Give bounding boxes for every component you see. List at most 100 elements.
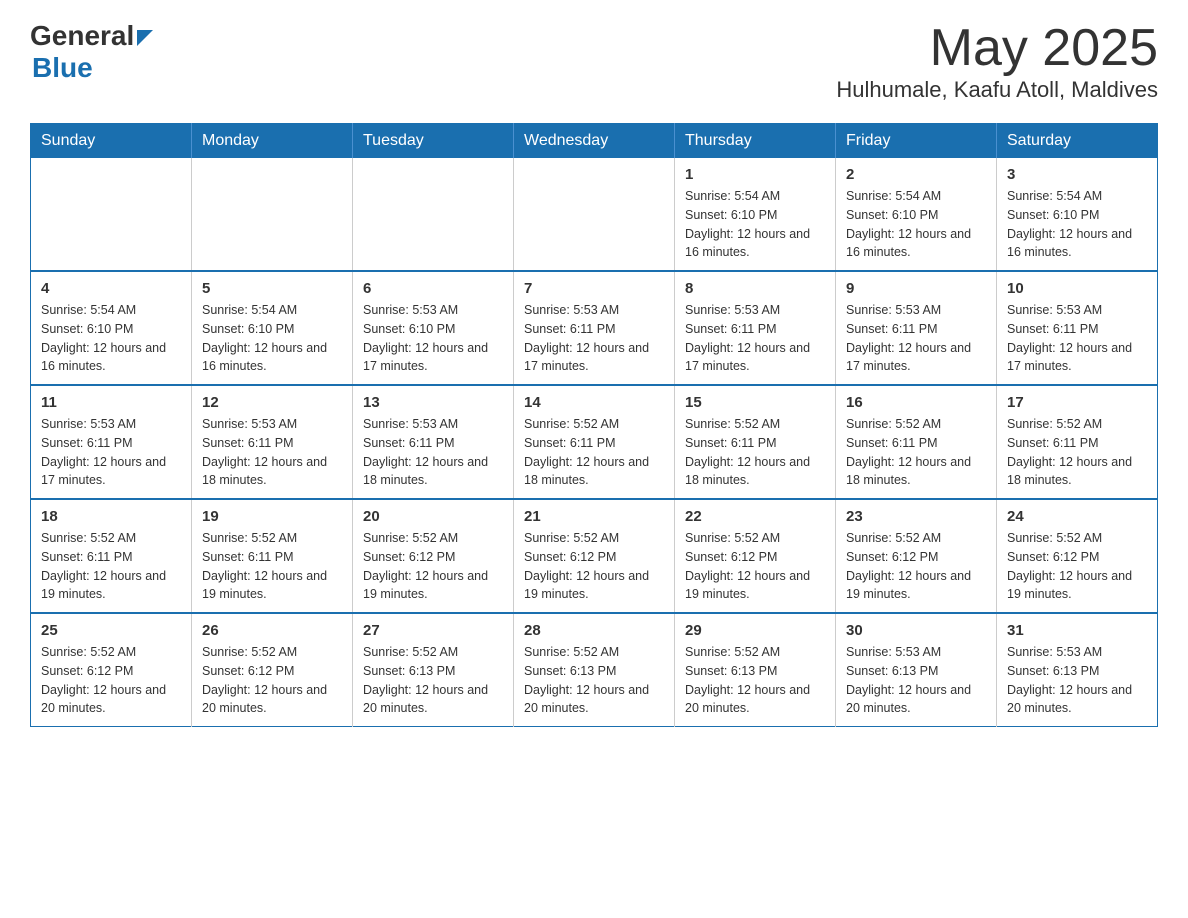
day-number: 2 — [846, 166, 986, 183]
day-info: Sunrise: 5:52 AM Sunset: 6:12 PM Dayligh… — [363, 529, 503, 604]
day-number: 15 — [685, 394, 825, 411]
day-info: Sunrise: 5:52 AM Sunset: 6:12 PM Dayligh… — [685, 529, 825, 604]
day-number: 7 — [524, 280, 664, 297]
day-number: 25 — [41, 622, 181, 639]
calendar-cell: 21 Sunrise: 5:52 AM Sunset: 6:12 PM Dayli… — [514, 499, 675, 613]
day-info: Sunrise: 5:52 AM Sunset: 6:11 PM Dayligh… — [685, 415, 825, 490]
day-info: Sunrise: 5:52 AM Sunset: 6:12 PM Dayligh… — [1007, 529, 1147, 604]
weekday-header-thursday: Thursday — [675, 124, 836, 159]
logo: General Blue — [30, 20, 153, 84]
weekday-header-friday: Friday — [836, 124, 997, 159]
day-info: Sunrise: 5:53 AM Sunset: 6:11 PM Dayligh… — [363, 415, 503, 490]
day-info: Sunrise: 5:52 AM Sunset: 6:11 PM Dayligh… — [524, 415, 664, 490]
calendar-cell: 25 Sunrise: 5:52 AM Sunset: 6:12 PM Dayli… — [31, 613, 192, 727]
day-number: 28 — [524, 622, 664, 639]
calendar-cell: 30 Sunrise: 5:53 AM Sunset: 6:13 PM Dayli… — [836, 613, 997, 727]
weekday-header-monday: Monday — [192, 124, 353, 159]
day-info: Sunrise: 5:53 AM Sunset: 6:11 PM Dayligh… — [685, 301, 825, 376]
calendar-cell: 1 Sunrise: 5:54 AM Sunset: 6:10 PM Daylig… — [675, 158, 836, 271]
day-info: Sunrise: 5:52 AM Sunset: 6:12 PM Dayligh… — [846, 529, 986, 604]
calendar-cell: 26Sunrise: 5:52 AM Sunset: 6:12 PM Dayli… — [192, 613, 353, 727]
day-info: Sunrise: 5:53 AM Sunset: 6:11 PM Dayligh… — [1007, 301, 1147, 376]
day-info: Sunrise: 5:52 AM Sunset: 6:13 PM Dayligh… — [363, 643, 503, 718]
day-info: Sunrise: 5:52 AM Sunset: 6:12 PM Dayligh… — [41, 643, 181, 718]
calendar-cell: 10Sunrise: 5:53 AM Sunset: 6:11 PM Dayli… — [997, 271, 1158, 385]
day-number: 19 — [202, 508, 342, 525]
calendar-cell: 22 Sunrise: 5:52 AM Sunset: 6:12 PM Dayli… — [675, 499, 836, 613]
day-number: 13 — [363, 394, 503, 411]
day-number: 22 — [685, 508, 825, 525]
day-number: 20 — [363, 508, 503, 525]
calendar-table: SundayMondayTuesdayWednesdayThursdayFrid… — [30, 123, 1158, 727]
day-number: 26 — [202, 622, 342, 639]
weekday-header-tuesday: Tuesday — [353, 124, 514, 159]
day-number: 11 — [41, 394, 181, 411]
calendar-week-row: 11 Sunrise: 5:53 AM Sunset: 6:11 PM Dayli… — [31, 385, 1158, 499]
calendar-week-row: 1 Sunrise: 5:54 AM Sunset: 6:10 PM Daylig… — [31, 158, 1158, 271]
calendar-cell: 13 Sunrise: 5:53 AM Sunset: 6:11 PM Dayli… — [353, 385, 514, 499]
day-number: 18 — [41, 508, 181, 525]
day-number: 14 — [524, 394, 664, 411]
day-info: Sunrise: 5:52 AM Sunset: 6:11 PM Dayligh… — [846, 415, 986, 490]
day-number: 17 — [1007, 394, 1147, 411]
day-info: Sunrise: 5:53 AM Sunset: 6:11 PM Dayligh… — [846, 301, 986, 376]
calendar-cell: 18Sunrise: 5:52 AM Sunset: 6:11 PM Dayli… — [31, 499, 192, 613]
day-number: 6 — [363, 280, 503, 297]
day-info: Sunrise: 5:52 AM Sunset: 6:12 PM Dayligh… — [524, 529, 664, 604]
calendar-header-row: SundayMondayTuesdayWednesdayThursdayFrid… — [31, 124, 1158, 159]
day-info: Sunrise: 5:52 AM Sunset: 6:11 PM Dayligh… — [202, 529, 342, 604]
title-section: May 2025 Hulhumale, Kaafu Atoll, Maldive… — [836, 20, 1158, 103]
calendar-cell: 2 Sunrise: 5:54 AM Sunset: 6:10 PM Daylig… — [836, 158, 997, 271]
location-title: Hulhumale, Kaafu Atoll, Maldives — [836, 77, 1158, 103]
day-number: 30 — [846, 622, 986, 639]
calendar-cell: 23Sunrise: 5:52 AM Sunset: 6:12 PM Dayli… — [836, 499, 997, 613]
calendar-cell: 7 Sunrise: 5:53 AM Sunset: 6:11 PM Daylig… — [514, 271, 675, 385]
day-info: Sunrise: 5:53 AM Sunset: 6:13 PM Dayligh… — [846, 643, 986, 718]
day-info: Sunrise: 5:54 AM Sunset: 6:10 PM Dayligh… — [1007, 187, 1147, 262]
day-number: 24 — [1007, 508, 1147, 525]
calendar-cell: 6 Sunrise: 5:53 AM Sunset: 6:10 PM Daylig… — [353, 271, 514, 385]
calendar-week-row: 18 Sunrise: 5:52 AM Sunset: 6:11 PM Dayli… — [31, 499, 1158, 613]
day-info: Sunrise: 5:52 AM Sunset: 6:13 PM Dayligh… — [524, 643, 664, 718]
day-number: 4 — [41, 280, 181, 297]
calendar-cell: 27 Sunrise: 5:52 AM Sunset: 6:13 PM Dayli… — [353, 613, 514, 727]
calendar-cell: 5Sunrise: 5:54 AM Sunset: 6:10 PM Daylig… — [192, 271, 353, 385]
calendar-cell: 15 Sunrise: 5:52 AM Sunset: 6:11 PM Dayli… — [675, 385, 836, 499]
day-number: 29 — [685, 622, 825, 639]
day-info: Sunrise: 5:52 AM Sunset: 6:11 PM Dayligh… — [1007, 415, 1147, 490]
day-number: 27 — [363, 622, 503, 639]
calendar-cell: 16 Sunrise: 5:52 AM Sunset: 6:11 PM Dayli… — [836, 385, 997, 499]
day-number: 31 — [1007, 622, 1147, 639]
calendar-cell: 14 Sunrise: 5:52 AM Sunset: 6:11 PM Dayli… — [514, 385, 675, 499]
calendar-cell: 8 Sunrise: 5:53 AM Sunset: 6:11 PM Daylig… — [675, 271, 836, 385]
weekday-header-saturday: Saturday — [997, 124, 1158, 159]
day-info: Sunrise: 5:53 AM Sunset: 6:10 PM Dayligh… — [363, 301, 503, 376]
day-info: Sunrise: 5:53 AM Sunset: 6:11 PM Dayligh… — [202, 415, 342, 490]
weekday-header-wednesday: Wednesday — [514, 124, 675, 159]
calendar-cell: 24 Sunrise: 5:52 AM Sunset: 6:12 PM Dayli… — [997, 499, 1158, 613]
day-info: Sunrise: 5:53 AM Sunset: 6:11 PM Dayligh… — [41, 415, 181, 490]
month-title: May 2025 — [836, 20, 1158, 77]
day-number: 21 — [524, 508, 664, 525]
day-info: Sunrise: 5:54 AM Sunset: 6:10 PM Dayligh… — [41, 301, 181, 376]
calendar-cell: 19 Sunrise: 5:52 AM Sunset: 6:11 PM Dayli… — [192, 499, 353, 613]
day-info: Sunrise: 5:53 AM Sunset: 6:11 PM Dayligh… — [524, 301, 664, 376]
calendar-cell — [192, 158, 353, 271]
day-number: 5 — [202, 280, 342, 297]
day-info: Sunrise: 5:54 AM Sunset: 6:10 PM Dayligh… — [846, 187, 986, 262]
day-info: Sunrise: 5:54 AM Sunset: 6:10 PM Dayligh… — [685, 187, 825, 262]
calendar-cell — [31, 158, 192, 271]
day-info: Sunrise: 5:52 AM Sunset: 6:13 PM Dayligh… — [685, 643, 825, 718]
day-number: 3 — [1007, 166, 1147, 183]
logo-general-text: General — [30, 20, 134, 52]
calendar-cell: 12Sunrise: 5:53 AM Sunset: 6:11 PM Dayli… — [192, 385, 353, 499]
day-number: 9 — [846, 280, 986, 297]
day-number: 8 — [685, 280, 825, 297]
calendar-cell: 11 Sunrise: 5:53 AM Sunset: 6:11 PM Dayli… — [31, 385, 192, 499]
weekday-header-sunday: Sunday — [31, 124, 192, 159]
day-number: 16 — [846, 394, 986, 411]
calendar-cell: 4 Sunrise: 5:54 AM Sunset: 6:10 PM Daylig… — [31, 271, 192, 385]
calendar-cell — [514, 158, 675, 271]
calendar-week-row: 25 Sunrise: 5:52 AM Sunset: 6:12 PM Dayli… — [31, 613, 1158, 727]
day-number: 1 — [685, 166, 825, 183]
